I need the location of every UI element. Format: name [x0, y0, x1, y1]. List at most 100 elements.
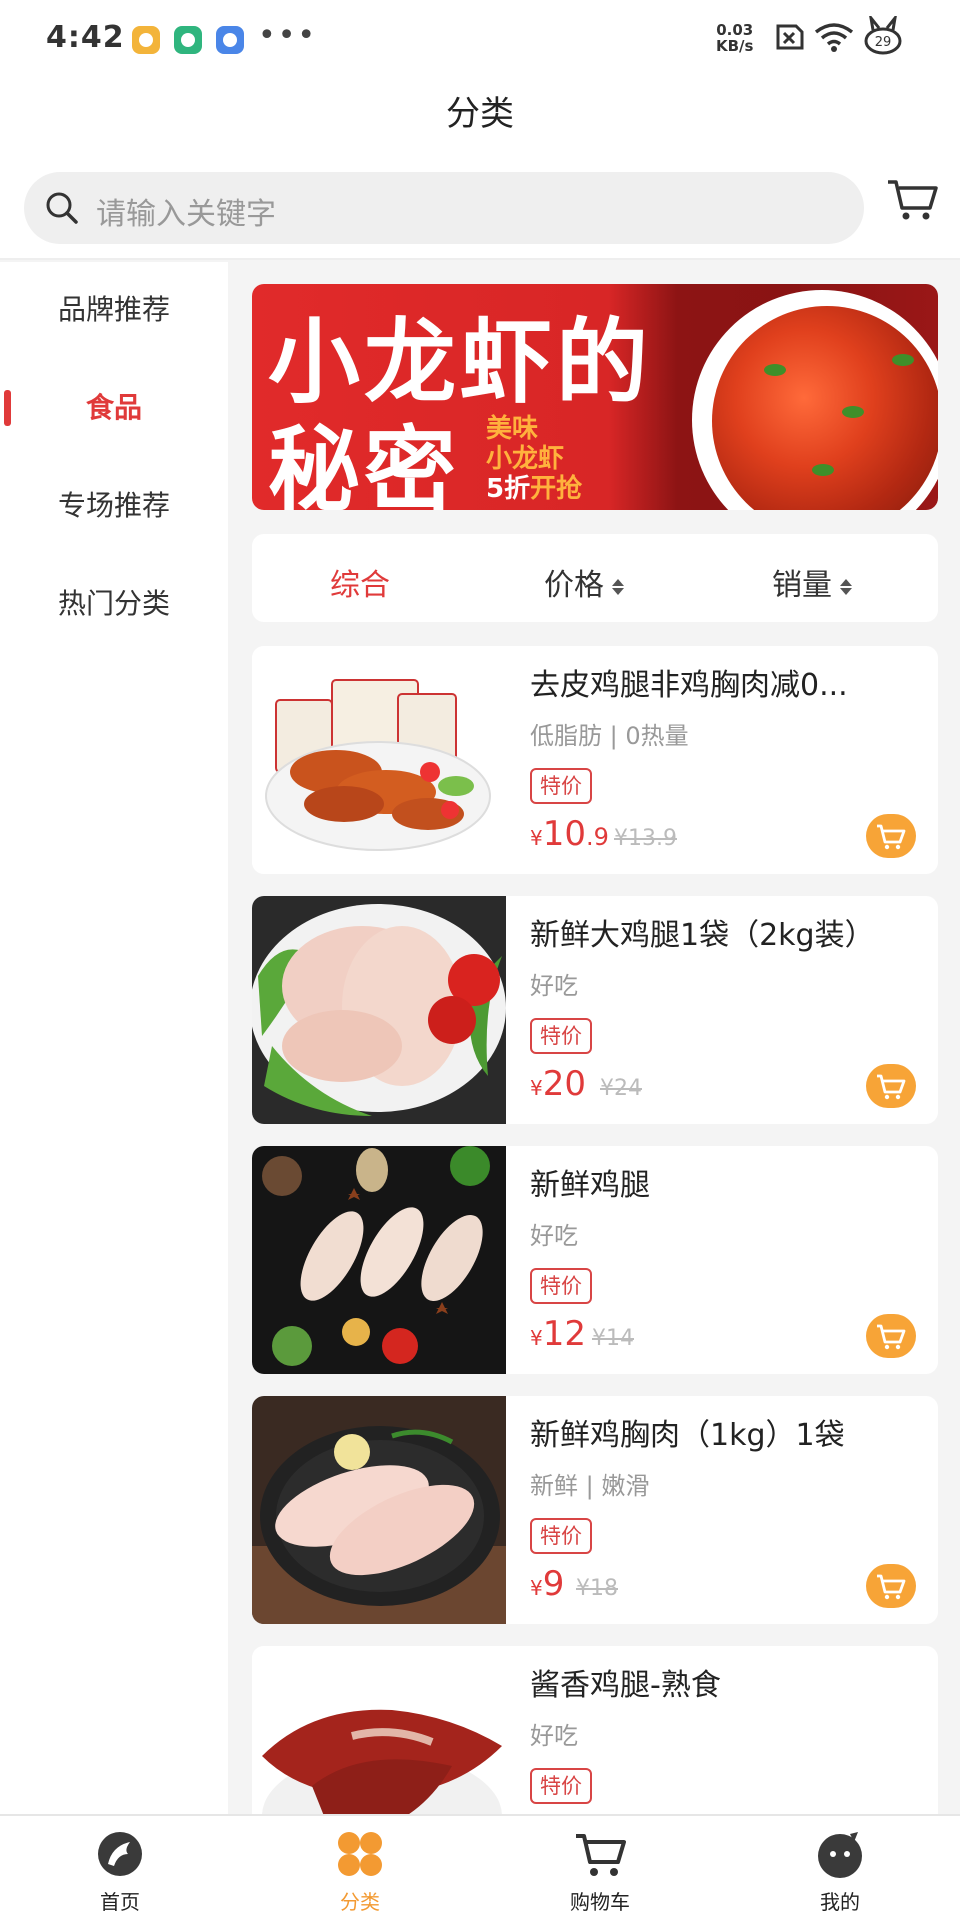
- no-sim-icon: [776, 24, 804, 50]
- product-card[interactable]: 去皮鸡腿非鸡胸肉减0... 低脂肪 | 0热量 特价 ¥10.9 ¥13.9: [252, 646, 938, 874]
- sale-badge: 特价: [530, 1768, 592, 1804]
- product-subtitle: 好吃: [530, 972, 578, 1000]
- search-icon: [46, 192, 78, 224]
- category-sidebar: 品牌推荐 食品 专场推荐 热门分类: [0, 262, 228, 1814]
- product-card[interactable]: 新鲜大鸡腿1袋（2kg装） 好吃 特价 ¥20 ¥24: [252, 896, 938, 1124]
- sale-badge: 特价: [530, 1268, 592, 1304]
- product-image: [252, 896, 506, 1124]
- herb-garnish: [812, 464, 834, 476]
- product-subtitle: 好吃: [530, 1722, 578, 1750]
- add-to-cart-icon[interactable]: [866, 814, 916, 858]
- product-price: ¥9: [530, 1564, 564, 1604]
- sale-badge: 特价: [530, 1018, 592, 1054]
- home-icon: [98, 1832, 142, 1876]
- sort-label: 价格: [544, 568, 604, 603]
- bottom-tab-bar: 首页 分类 购物车 我的: [0, 1814, 960, 1920]
- product-image: [252, 1396, 506, 1624]
- sidebar-item-food[interactable]: 食品: [0, 378, 228, 438]
- tab-category[interactable]: 分类: [240, 1816, 480, 1920]
- sort-arrows-icon: [840, 577, 852, 597]
- sale-badge: 特价: [530, 1518, 592, 1554]
- sidebar-item-special[interactable]: 专场推荐: [0, 476, 228, 536]
- header: 分类 请输入关键字: [0, 80, 960, 260]
- add-to-cart-icon[interactable]: [866, 1564, 916, 1608]
- chat-notification-icon: [132, 26, 160, 54]
- price-integer: 12: [542, 1314, 586, 1354]
- cart-icon[interactable]: [886, 178, 938, 222]
- battery-level: 29: [875, 35, 892, 50]
- tab-label: 购物车: [570, 1890, 630, 1914]
- currency-symbol: ¥: [530, 1326, 543, 1350]
- network-speed-value: 0.03: [716, 21, 754, 39]
- status-time: 4:42: [46, 20, 125, 55]
- sidebar-item-hot[interactable]: 热门分类: [0, 574, 228, 634]
- product-card[interactable]: 新鲜鸡胸肉（1kg）1袋 新鲜 | 嫩滑 特价 ¥9 ¥18: [252, 1396, 938, 1624]
- profile-icon: [818, 1832, 862, 1878]
- search-placeholder: 请输入关键字: [96, 197, 276, 232]
- active-indicator: [4, 390, 11, 426]
- herb-garnish: [892, 354, 914, 366]
- product-subtitle: 好吃: [530, 1222, 578, 1250]
- category-icon: [338, 1832, 382, 1876]
- herb-garnish: [842, 406, 864, 418]
- product-card[interactable]: 酱香鸡腿-熟食 好吃 特价: [252, 1646, 938, 1814]
- product-image: [252, 646, 506, 874]
- product-image: [252, 1146, 506, 1374]
- sort-arrows-icon: [612, 577, 624, 597]
- wifi-icon: [814, 23, 854, 52]
- product-image: [252, 1646, 506, 1814]
- tab-label: 首页: [100, 1890, 140, 1914]
- tab-label: 分类: [340, 1890, 380, 1914]
- tab-home[interactable]: 首页: [0, 1816, 240, 1920]
- product-subtitle: 新鲜 | 嫩滑: [530, 1472, 650, 1500]
- sale-badge: 特价: [530, 768, 592, 804]
- banner-headline-2: 秘密: [268, 417, 461, 510]
- app-notification-icon: [216, 26, 244, 54]
- currency-symbol: ¥: [530, 826, 543, 850]
- sort-label: 综合: [330, 568, 390, 603]
- add-to-cart-icon[interactable]: [866, 1314, 916, 1358]
- product-title: 新鲜鸡胸肉（1kg）1袋: [530, 1418, 845, 1453]
- currency-symbol: ¥: [530, 1576, 543, 1600]
- product-card[interactable]: 新鲜鸡腿 好吃 特价 ¥12 ¥14: [252, 1146, 938, 1374]
- cart-icon: [576, 1834, 626, 1876]
- original-price: ¥13.9: [614, 826, 677, 851]
- original-price: ¥14: [592, 1326, 634, 1351]
- banner-sub-3: 5折开抢: [486, 468, 582, 505]
- sort-label: 销量: [772, 568, 832, 603]
- search-input[interactable]: 请输入关键字: [24, 172, 864, 244]
- promo-banner[interactable]: 小龙虾的 秘密 美味 小龙虾 5折开抢: [252, 284, 938, 510]
- product-price: ¥12: [530, 1314, 586, 1354]
- currency-symbol: ¥: [530, 1076, 543, 1100]
- sort-tab-price[interactable]: 价格: [544, 560, 624, 604]
- banner-discount: 5折: [486, 474, 531, 504]
- sort-tab-overall[interactable]: 综合: [330, 560, 390, 604]
- product-title: 新鲜鸡腿: [530, 1168, 650, 1203]
- price-integer: 10: [542, 814, 586, 854]
- product-price: ¥10.9: [530, 814, 609, 854]
- product-title: 新鲜大鸡腿1袋（2kg装）: [530, 918, 875, 953]
- tab-cart[interactable]: 购物车: [480, 1816, 720, 1920]
- product-price: ¥20: [530, 1064, 586, 1104]
- product-subtitle: 低脂肪 | 0热量: [530, 722, 689, 750]
- page-title: 分类: [446, 94, 514, 134]
- network-speed-unit: KB/s: [716, 37, 754, 55]
- add-to-cart-icon[interactable]: [866, 1064, 916, 1108]
- sort-bar: 综合 价格 销量: [252, 534, 938, 622]
- herb-garnish: [764, 364, 786, 376]
- battery-icon: 29: [864, 16, 902, 55]
- price-integer: 20: [542, 1064, 586, 1104]
- tab-profile[interactable]: 我的: [720, 1816, 960, 1920]
- status-bar: 4:42 ••• 0.03 KB/s 29: [0, 0, 960, 80]
- price-integer: 9: [542, 1564, 565, 1604]
- more-notifications-icon: •••: [258, 18, 318, 53]
- price-decimal: .9: [586, 823, 609, 851]
- product-title: 酱香鸡腿-熟食: [530, 1668, 721, 1703]
- product-title: 去皮鸡腿非鸡胸肉减0...: [530, 668, 848, 703]
- original-price: ¥18: [576, 1576, 618, 1601]
- banner-cta: 开抢: [530, 474, 583, 504]
- tab-label: 我的: [820, 1890, 860, 1914]
- sidebar-item-brand[interactable]: 品牌推荐: [0, 280, 228, 340]
- sort-tab-sales[interactable]: 销量: [772, 560, 852, 604]
- message-notification-icon: [174, 26, 202, 54]
